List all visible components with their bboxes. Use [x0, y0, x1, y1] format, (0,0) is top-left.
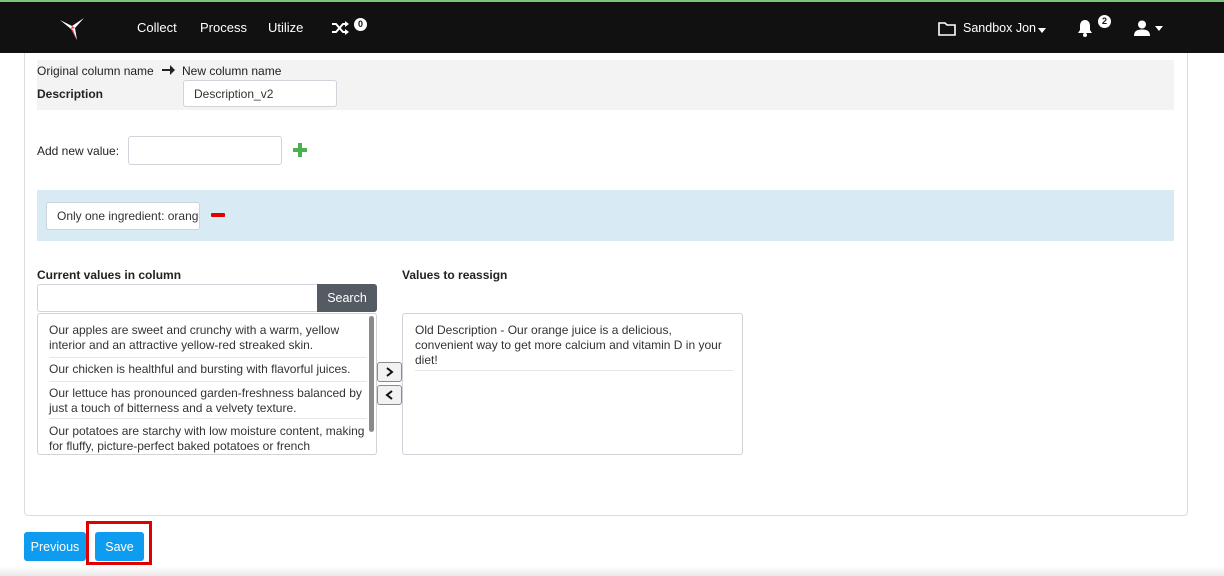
- reassign-values-list[interactable]: Old Description - Our orange juice is a …: [402, 313, 743, 455]
- notification-count-badge: 2: [1098, 15, 1111, 28]
- plus-icon[interactable]: [293, 143, 307, 157]
- bell-icon[interactable]: [1077, 19, 1093, 37]
- folder-icon[interactable]: [938, 21, 956, 36]
- previous-button[interactable]: Previous: [24, 532, 86, 561]
- nav-utilize[interactable]: Utilize: [268, 20, 303, 35]
- add-value-input[interactable]: [128, 136, 282, 165]
- list-divider: [49, 418, 367, 419]
- move-left-button[interactable]: [377, 385, 402, 405]
- shuffle-count-badge: 0: [354, 18, 367, 31]
- nav-process[interactable]: Process: [200, 20, 247, 35]
- original-column-label: Original column name: [37, 64, 154, 78]
- top-navbar: Collect Process Utilize 0 Sandbox Jon 2: [0, 0, 1224, 53]
- workspace-selector[interactable]: Sandbox Jon: [963, 21, 1036, 35]
- search-button[interactable]: Search: [317, 284, 377, 312]
- reassign-values-heading: Values to reassign: [402, 268, 508, 282]
- new-column-label: New column name: [182, 64, 282, 78]
- shuffle-icon[interactable]: [331, 20, 349, 36]
- user-icon[interactable]: [1134, 20, 1150, 36]
- list-item[interactable]: Our potatoes are starchy with low moistu…: [49, 424, 367, 454]
- list-item[interactable]: Our chicken is healthful and bursting wi…: [49, 362, 367, 377]
- search-input[interactable]: [37, 284, 318, 312]
- list-divider: [49, 381, 367, 382]
- save-button[interactable]: Save: [95, 532, 144, 561]
- list-item[interactable]: Old Description - Our orange juice is a …: [415, 323, 733, 368]
- chevron-right-icon: [386, 367, 394, 377]
- bottom-shadow: [0, 566, 1224, 576]
- list-divider: [415, 370, 733, 371]
- current-values-list[interactable]: Our apples are sweet and crunchy with a …: [37, 313, 377, 455]
- list-divider: [49, 357, 367, 358]
- chevron-left-icon: [385, 390, 393, 400]
- chevron-down-icon[interactable]: [1155, 26, 1163, 31]
- new-values-strip: [37, 190, 1174, 241]
- current-values-heading: Current values in column: [37, 268, 182, 282]
- new-column-name-input[interactable]: [183, 80, 337, 107]
- minus-icon[interactable]: [211, 213, 225, 217]
- new-value-chip[interactable]: Only one ingredient: orange: [46, 202, 200, 230]
- list-item[interactable]: Our lettuce has pronounced garden-freshn…: [49, 386, 367, 416]
- hummingbird-logo-icon[interactable]: [58, 14, 86, 42]
- move-right-button[interactable]: [377, 362, 402, 382]
- list-item[interactable]: Our apples are sweet and crunchy with a …: [49, 323, 367, 353]
- arrow-right-icon: [162, 65, 175, 75]
- add-value-label: Add new value:: [37, 144, 120, 158]
- original-column-name: Description: [37, 87, 104, 101]
- chevron-down-icon[interactable]: [1038, 28, 1046, 33]
- scrollbar-thumb[interactable]: [369, 316, 374, 432]
- nav-collect[interactable]: Collect: [137, 20, 177, 35]
